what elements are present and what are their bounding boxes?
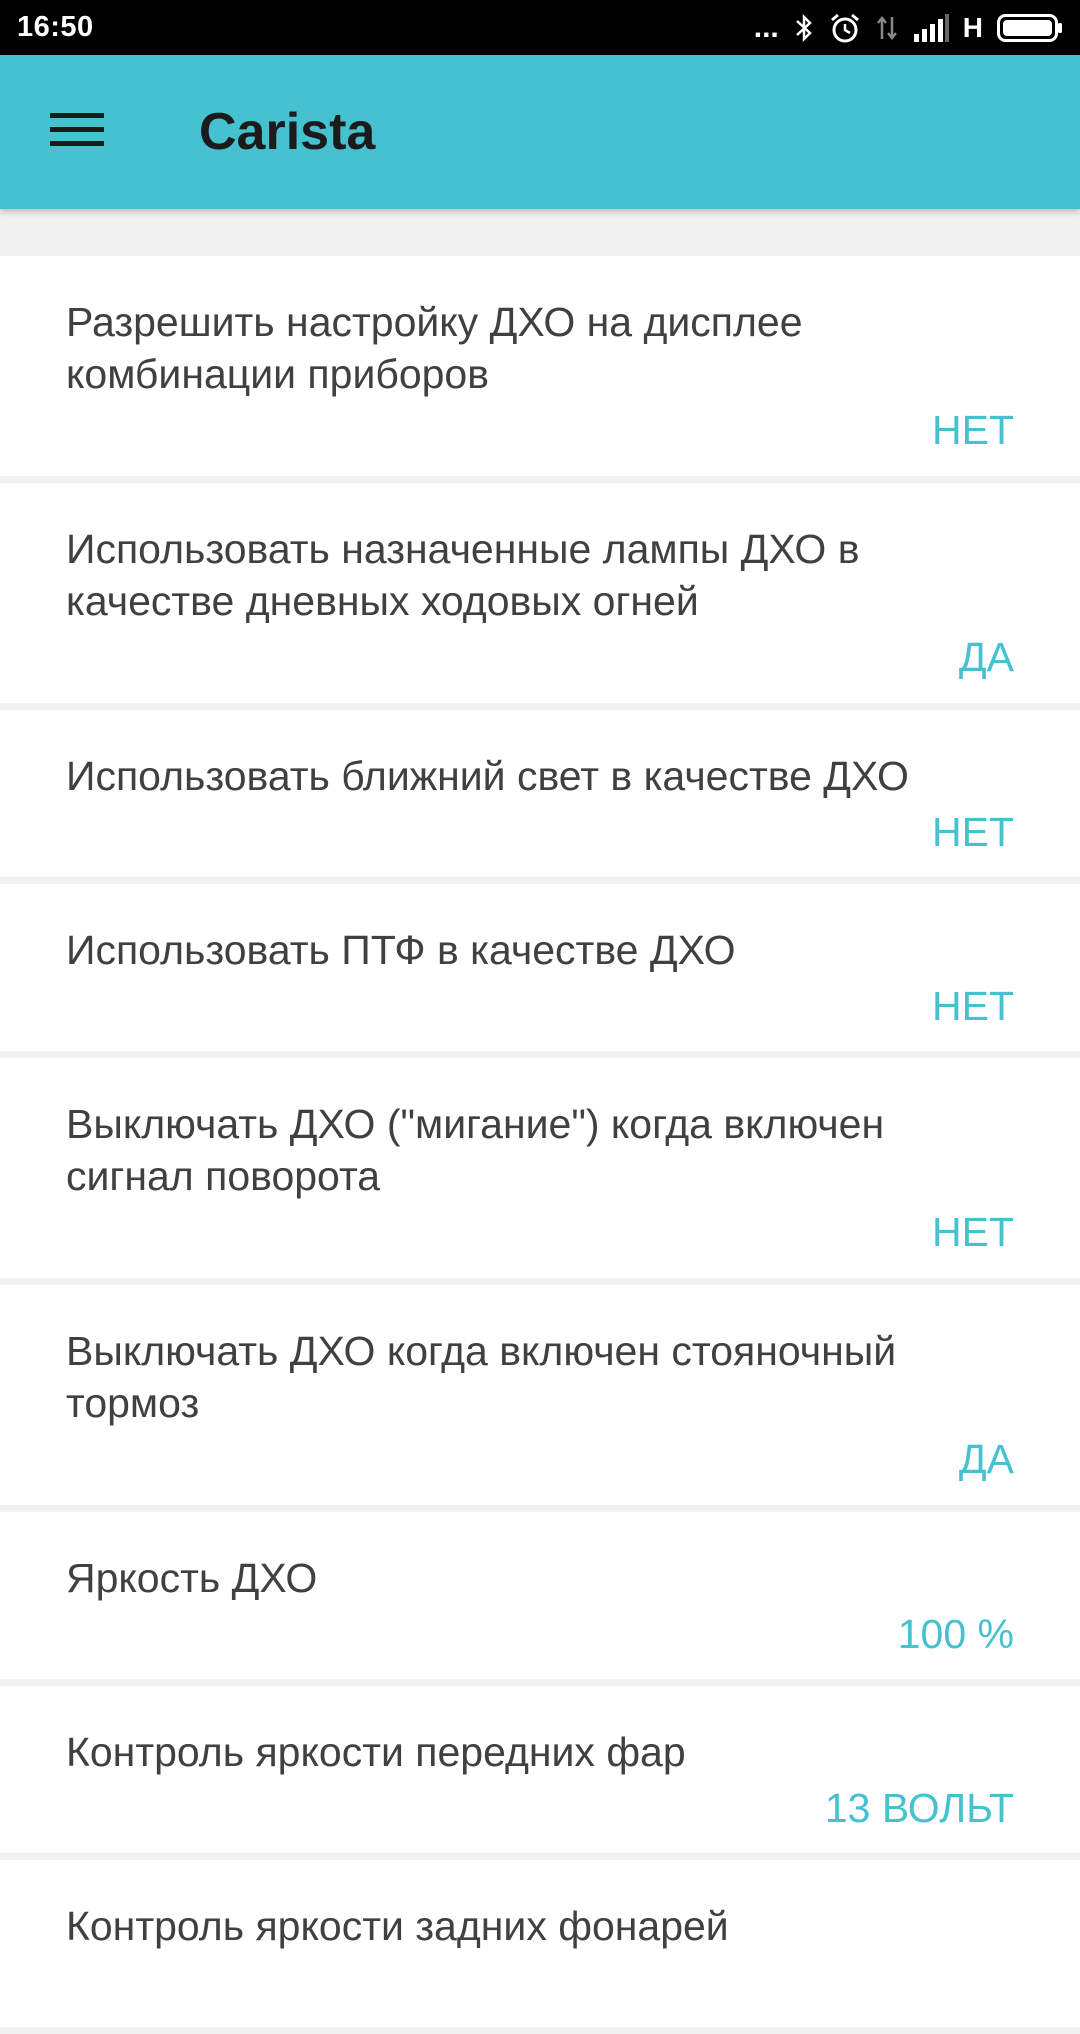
- status-time: 16:50: [17, 11, 94, 43]
- setting-title: Яркость ДХО: [66, 1555, 318, 1601]
- setting-value: [66, 1952, 1014, 1956]
- setting-title: Использовать ПТФ в качестве ДХО: [66, 927, 736, 973]
- app-bar: Carista: [0, 55, 1080, 209]
- setting-value: НЕТ: [932, 1209, 1014, 1255]
- setting-title: Контроль яркости передних фар: [66, 1729, 686, 1775]
- setting-value: НЕТ: [932, 809, 1014, 855]
- bluetooth-icon: [793, 13, 815, 43]
- setting-title: Выключать ДХО когда включен стояночный т…: [66, 1328, 897, 1426]
- setting-title: Контроль яркости задних фонарей: [66, 1903, 729, 1949]
- more-notifications-icon: ...: [753, 10, 779, 44]
- data-transfer-icon: [875, 13, 899, 43]
- setting-value: НЕТ: [932, 983, 1014, 1029]
- settings-list: Разрешить настройку ДХО на дисплее комби…: [0, 256, 1080, 2034]
- status-bar: 16:50 ... H: [0, 0, 1080, 55]
- setting-item[interactable]: Использовать ближний свет в качестве ДХО…: [0, 710, 1080, 877]
- setting-item[interactable]: Использовать ПТФ в качестве ДХО НЕТ: [0, 884, 1080, 1051]
- setting-item[interactable]: Яркость ДХО 100 %: [0, 1512, 1080, 1679]
- setting-value: ДА: [958, 634, 1014, 680]
- setting-item[interactable]: Контроль яркости передних фар 13 ВОЛЬТ: [0, 1686, 1080, 1853]
- alarm-icon: [829, 12, 861, 44]
- setting-value: 100 %: [897, 1611, 1014, 1657]
- app-title: Carista: [199, 103, 376, 161]
- setting-value: 13 ВОЛЬТ: [824, 1785, 1014, 1831]
- setting-title: Разрешить настройку ДХО на дисплее комби…: [66, 299, 803, 397]
- setting-item[interactable]: Контроль яркости задних фонарей: [0, 1860, 1080, 2027]
- status-icons: ... H: [754, 12, 1063, 44]
- setting-value: ДА: [958, 1436, 1014, 1482]
- setting-title: Выключать ДХО ("мигание") когда включен …: [66, 1101, 885, 1199]
- menu-button[interactable]: [30, 92, 124, 172]
- network-type: H: [962, 11, 983, 43]
- signal-icon: [913, 13, 949, 42]
- battery-icon: [997, 13, 1063, 42]
- setting-item[interactable]: Выключать ДХО когда включен стояночный т…: [0, 1285, 1080, 1505]
- setting-value: НЕТ: [932, 407, 1014, 453]
- setting-title: Использовать ближний свет в качестве ДХО: [66, 753, 909, 799]
- setting-title: Использовать назначенные лампы ДХО в кач…: [66, 526, 860, 624]
- hamburger-menu-icon: [50, 111, 104, 154]
- setting-item[interactable]: Использовать назначенные лампы ДХО в кач…: [0, 483, 1080, 703]
- setting-item[interactable]: Выключать ДХО ("мигание") когда включен …: [0, 1058, 1080, 1278]
- setting-item[interactable]: Разрешить настройку ДХО на дисплее комби…: [0, 256, 1080, 476]
